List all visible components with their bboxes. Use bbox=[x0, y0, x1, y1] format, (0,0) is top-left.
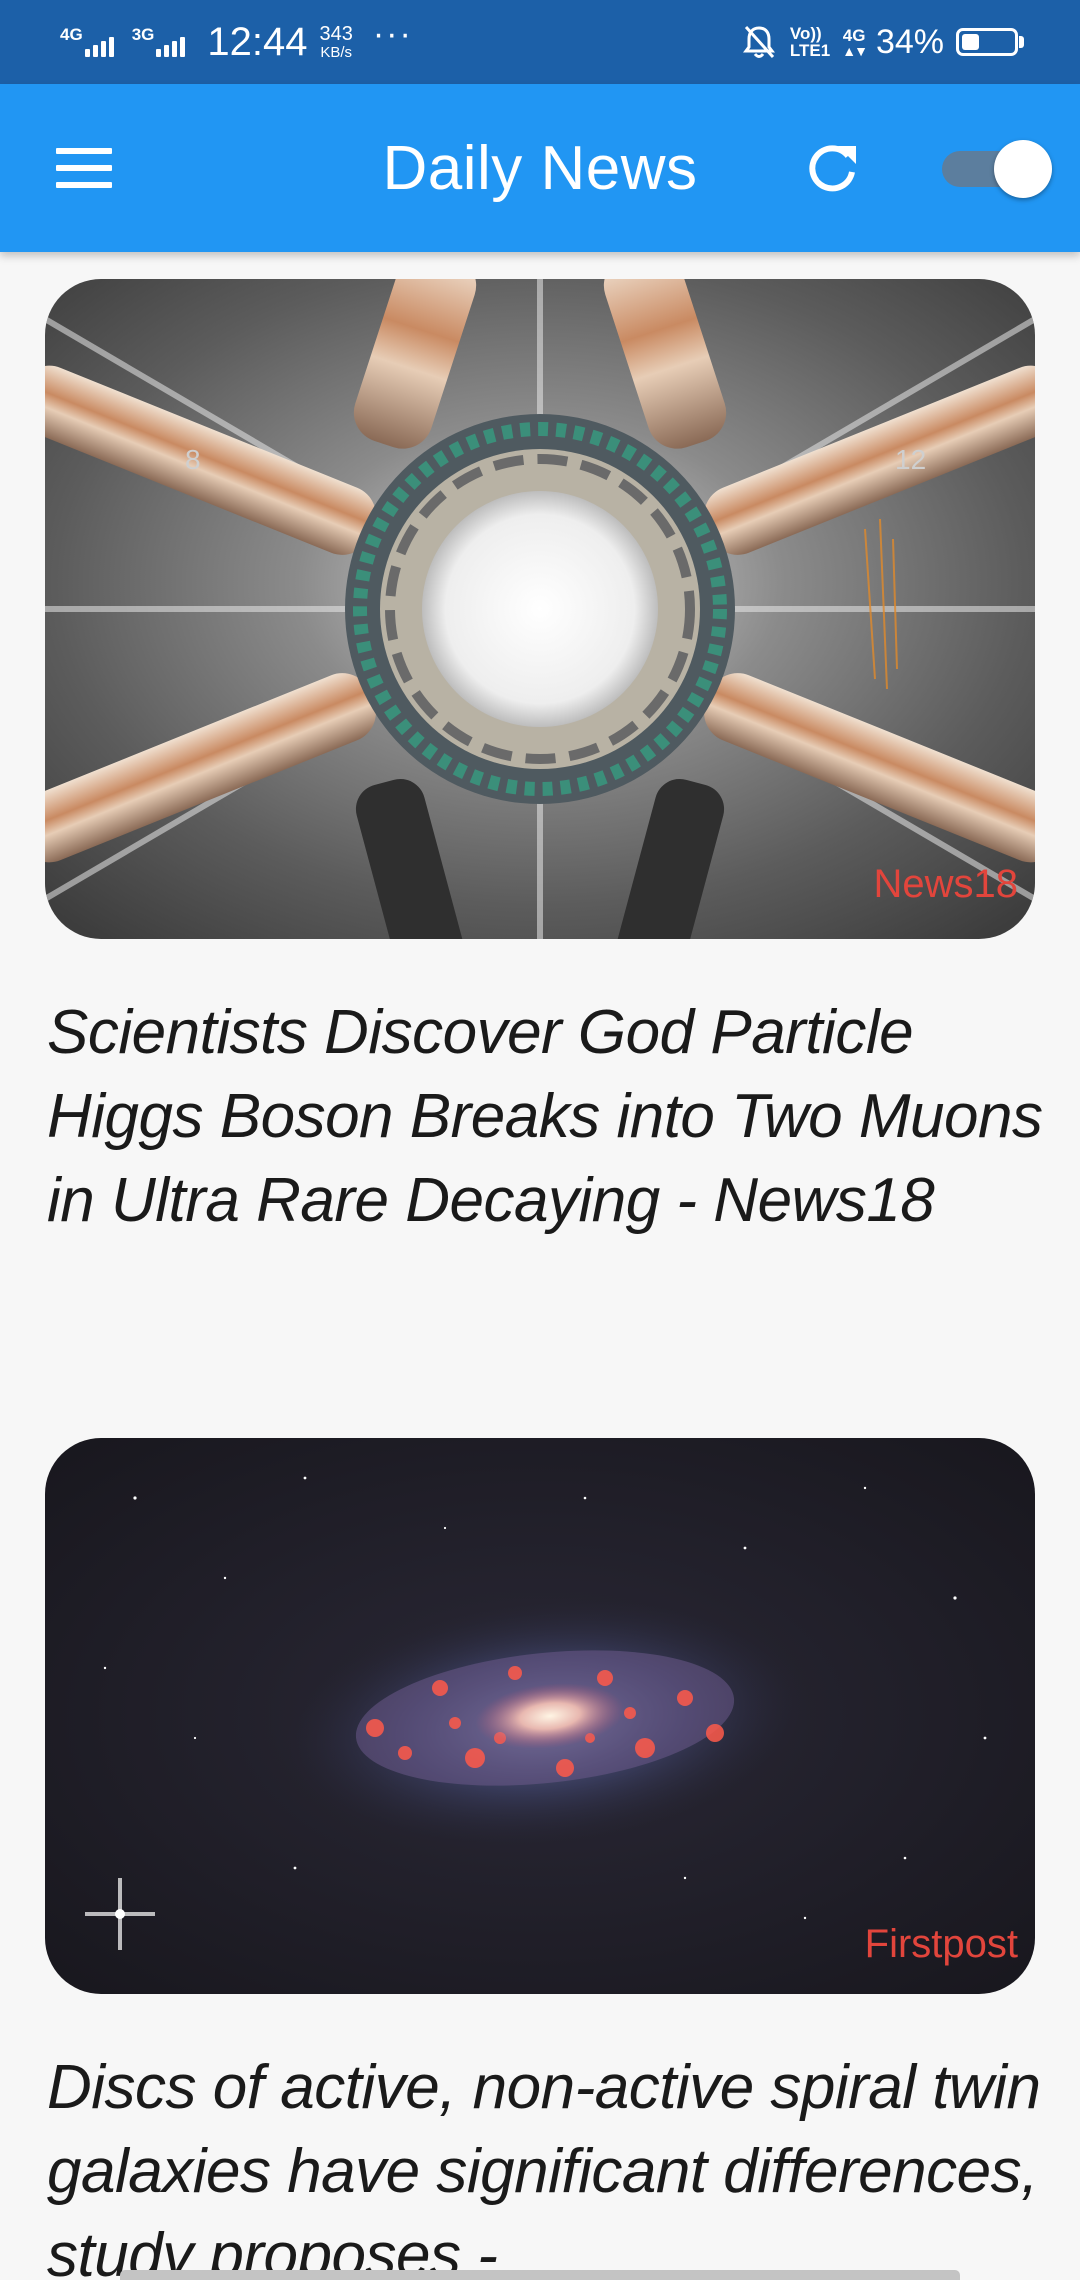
signal-bars-icon bbox=[156, 27, 186, 57]
network-speed-unit: KB/s bbox=[320, 43, 353, 61]
news-feed[interactable]: 8 12 News18 Scientists Discover God Part… bbox=[0, 252, 1080, 2280]
status-bar: 4G 3G 12:44 343 KB/s ··· Vo)) LTE1 4G ▲▼… bbox=[0, 0, 1080, 84]
article-headline[interactable]: Discs of active, non-active spiral twin … bbox=[47, 2046, 1047, 2280]
volte-indicator: Vo)) LTE1 bbox=[790, 25, 830, 59]
volte-top: Vo)) bbox=[789, 24, 822, 43]
network-speed: 343 KB/s bbox=[319, 22, 353, 61]
status-bar-left: 4G 3G 12:44 343 KB/s ··· bbox=[60, 15, 742, 65]
particle-detector-image[interactable]: 8 12 bbox=[45, 279, 1035, 939]
network-speed-value: 343 bbox=[319, 22, 353, 45]
news-card[interactable]: Firstpost Discs of active, non-active sp… bbox=[0, 1438, 1080, 2280]
article-source: News18 bbox=[873, 862, 1018, 906]
app-bar: Daily News bbox=[0, 84, 1080, 252]
svg-text:12: 12 bbox=[895, 444, 926, 475]
app-title: Daily News bbox=[382, 134, 698, 203]
news-card[interactable]: 8 12 News18 Scientists Discover God Part… bbox=[0, 279, 1080, 1339]
article-headline[interactable]: Scientists Discover God Particle Higgs B… bbox=[47, 991, 1047, 1243]
signal-2: 3G bbox=[131, 25, 194, 57]
spiral-galaxy-image[interactable] bbox=[45, 1438, 1035, 1994]
refresh-icon[interactable] bbox=[800, 136, 864, 200]
network-type-right: 4G bbox=[842, 25, 866, 45]
data-arrows-icon: ▲▼ bbox=[842, 42, 868, 59]
volte-bottom: LTE1 bbox=[789, 41, 831, 60]
network-type-1: 4G bbox=[60, 25, 83, 44]
toggle-knob bbox=[994, 140, 1052, 198]
signal-bars-icon bbox=[84, 27, 114, 57]
scroll-indicator bbox=[120, 2270, 960, 2280]
dark-mode-toggle[interactable] bbox=[938, 140, 1052, 198]
more-notifications-icon: ··· bbox=[372, 14, 413, 53]
battery-icon bbox=[956, 28, 1024, 56]
battery-level bbox=[962, 34, 979, 50]
battery-percent: 34% bbox=[875, 22, 944, 61]
muted-bell-icon bbox=[742, 24, 776, 60]
clock: 12:44 bbox=[207, 19, 308, 64]
article-source: Firstpost bbox=[864, 1922, 1018, 1966]
network-type-2: 3G bbox=[131, 25, 155, 44]
signal-1: 4G bbox=[60, 25, 122, 57]
svg-text:8: 8 bbox=[185, 444, 201, 475]
data-network-indicator: 4G ▲▼ bbox=[842, 25, 868, 59]
status-bar-right: Vo)) LTE1 4G ▲▼ 34% bbox=[742, 23, 1024, 62]
